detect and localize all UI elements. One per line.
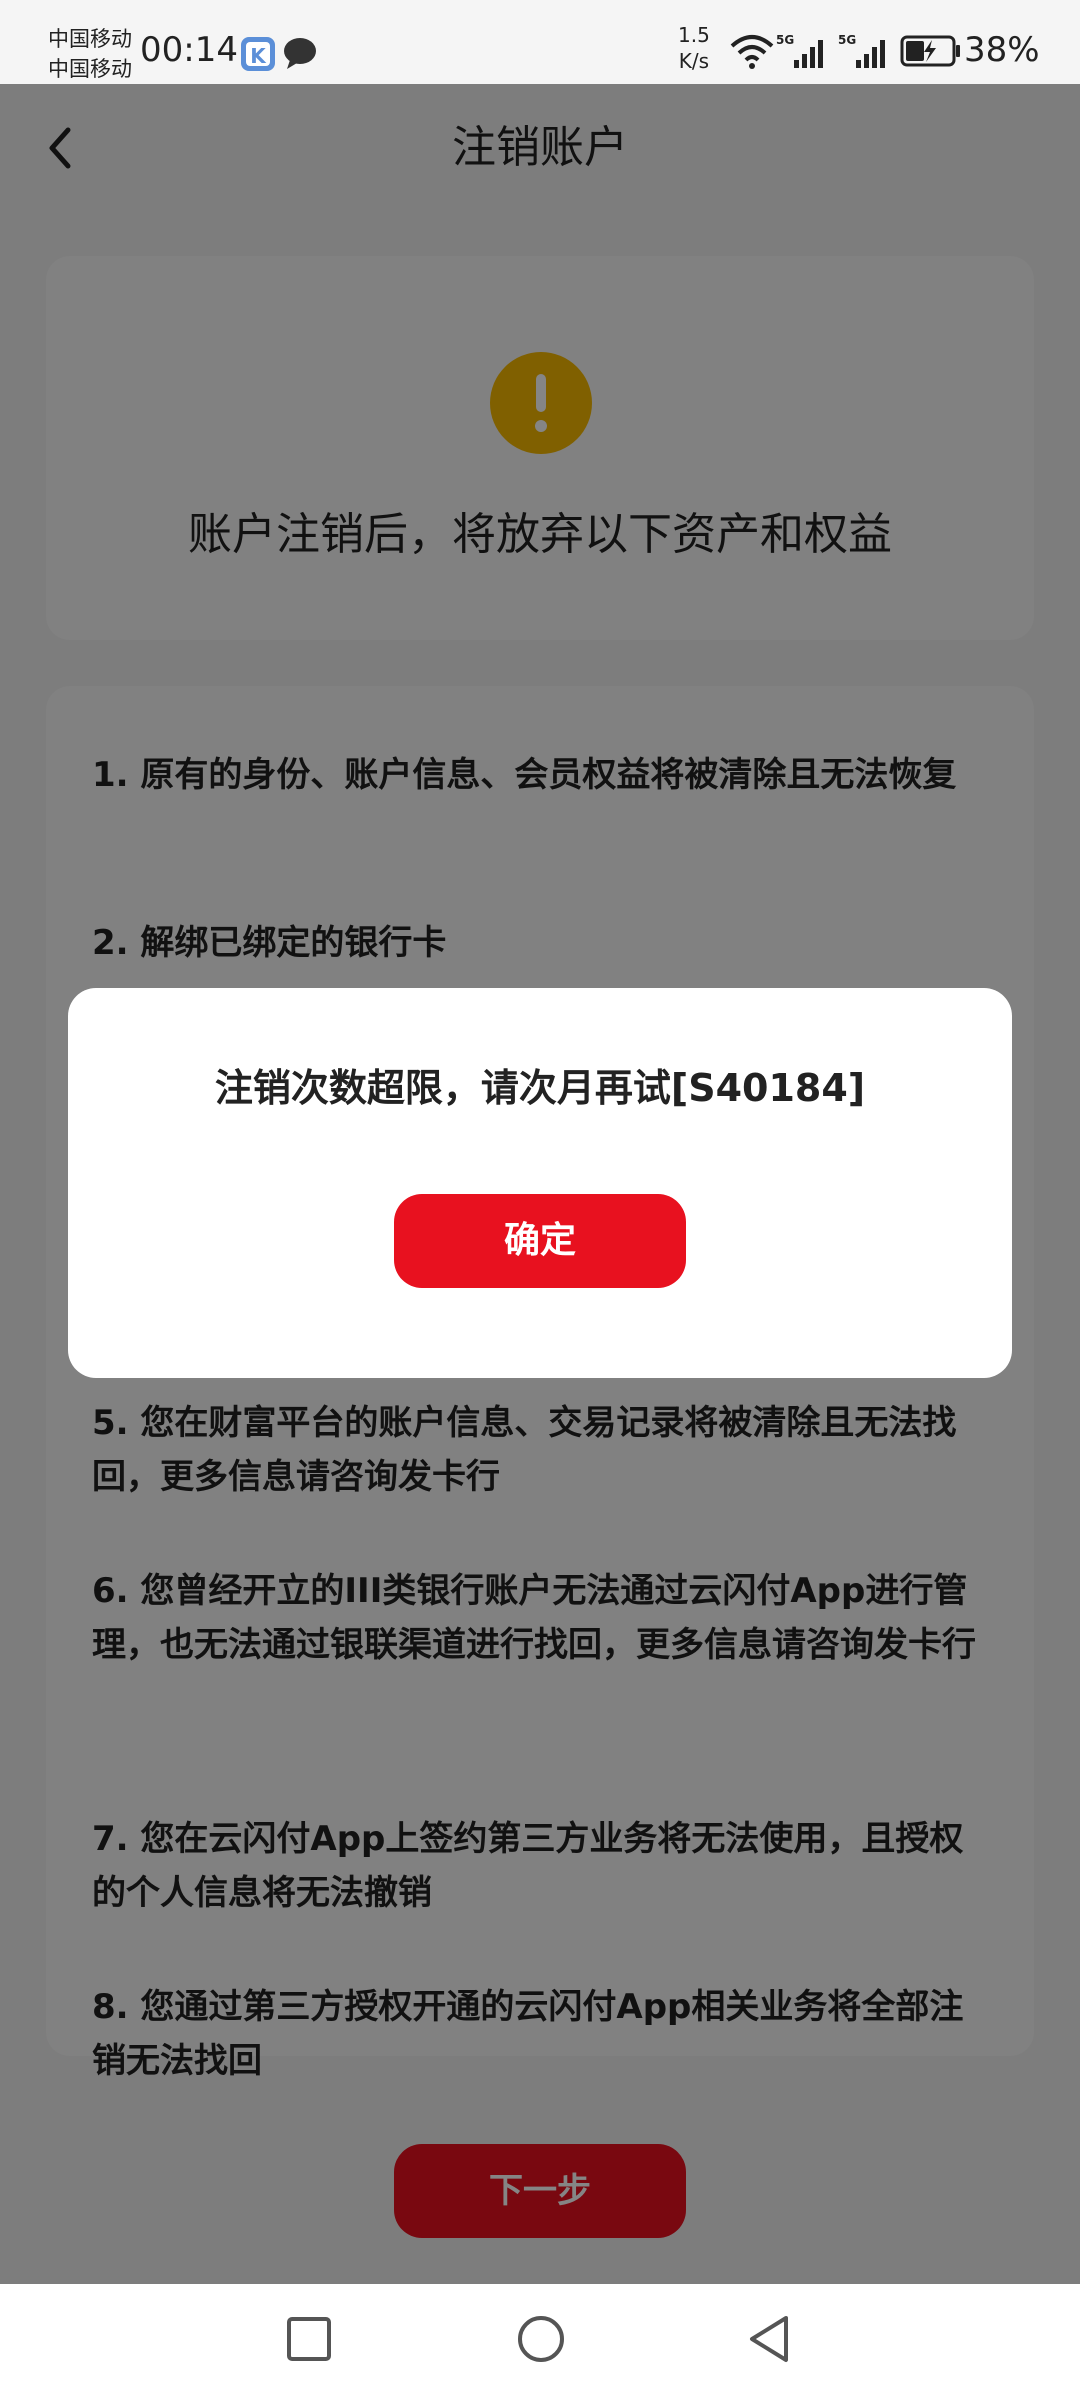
svg-text:K: K <box>250 44 267 68</box>
battery-percent: 38% <box>964 30 1040 70</box>
signal-icon: 5G <box>838 32 894 74</box>
carrier-labels: 中国移动 中国移动 <box>48 24 132 84</box>
battery-icon <box>900 34 962 72</box>
alert-dialog: 注销次数超限，请次月再试[S40184] 确定 <box>68 988 1012 1378</box>
system-nav-bar <box>0 2284 1080 2400</box>
wifi-icon <box>730 34 774 74</box>
circle-icon[interactable] <box>516 2314 566 2368</box>
net-speed-value: 1.5 <box>678 23 710 47</box>
signal-1-label: 5G <box>776 33 794 47</box>
clock: 00:14 <box>140 30 238 70</box>
square-icon[interactable] <box>286 2316 332 2366</box>
signal-2-label: 5G <box>838 33 856 47</box>
net-speed-unit: K/s <box>678 49 710 73</box>
k-app-icon: K <box>240 36 276 76</box>
triangle-back-icon[interactable] <box>746 2314 792 2368</box>
net-speed: 1.5 K/s <box>678 22 710 74</box>
status-bar: 中国移动 中国移动 00:14 K 1.5 K/s 5G 5G 38% <box>0 0 1080 84</box>
confirm-button[interactable]: 确定 <box>394 1194 686 1288</box>
carrier-2-label: 中国移动 <box>48 57 132 81</box>
chat-bubble-icon <box>282 36 318 74</box>
carrier-1-label: 中国移动 <box>48 27 132 51</box>
signal-icon: 5G <box>776 32 832 74</box>
dialog-message: 注销次数超限，请次月再试[S40184] <box>214 1066 866 1110</box>
